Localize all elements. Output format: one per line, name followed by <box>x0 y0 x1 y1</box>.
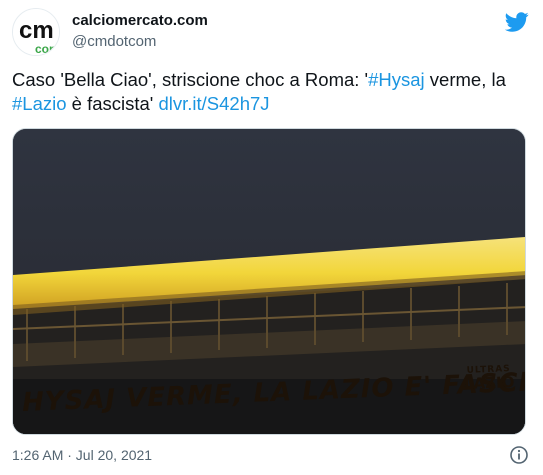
tweet-photo[interactable]: HYSAJ VERME, LA LAZIO E' FASCISTA! ULTRA… <box>12 128 526 435</box>
tweet-text-segment: è fascista' <box>66 93 159 114</box>
hashtag-lazio-link[interactable]: #Lazio <box>12 93 67 114</box>
tweet-text: Caso 'Bella Ciao', striscione choc a Rom… <box>12 68 533 116</box>
display-name[interactable]: calciomercato.com <box>72 12 208 30</box>
tweet-header: cm com calciomercato.com @cmdotcom <box>12 8 531 56</box>
shortlink[interactable]: dlvr.it/S42h7J <box>158 93 269 114</box>
hashtag-hysaj-link[interactable]: #Hysaj <box>368 69 425 90</box>
banner-tag-bottom: LAZIO <box>463 372 515 394</box>
info-icon[interactable] <box>509 445 529 465</box>
tweet-timestamp[interactable]: 1:26 AM · Jul 20, 2021 <box>12 446 152 464</box>
tweet-text-line-2: #Lazio è fascista' dlvr.it/S42h7J <box>12 92 533 116</box>
tweet-text-segment: verme, la <box>424 69 506 90</box>
account-handle[interactable]: @cmdotcom <box>72 33 208 51</box>
svg-text:cm: cm <box>19 17 54 44</box>
svg-text:com: com <box>35 42 60 56</box>
tweet-embed-card: cm com calciomercato.com @cmdotcom Caso … <box>0 0 543 475</box>
twitter-bird-icon[interactable] <box>505 10 529 34</box>
tweet-text-line-1: Caso 'Bella Ciao', striscione choc a Rom… <box>12 68 533 92</box>
avatar[interactable]: cm com <box>12 8 60 56</box>
account-names[interactable]: calciomercato.com @cmdotcom <box>72 12 208 51</box>
banner-tag: ULTRAS LAZIO <box>459 364 520 394</box>
tweet-text-segment: Caso 'Bella Ciao', striscione choc a Rom… <box>12 69 369 90</box>
